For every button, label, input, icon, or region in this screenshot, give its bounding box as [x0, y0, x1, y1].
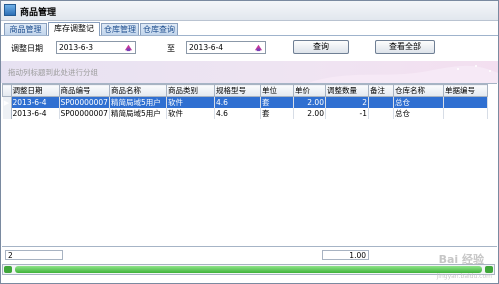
to-label: 至 [167, 44, 175, 53]
tab-stock-adjustment[interactable]: 库存调整记录 [48, 22, 100, 45]
table-cell[interactable] [368, 108, 394, 119]
grid-header-row: 调整日期 商品编号 商品名称 商品类别 规格型号 单位 单价 调整数量 备注 仓… [2, 84, 488, 97]
table-cell[interactable]: 精简局域5用户 [109, 96, 167, 108]
app-icon [4, 4, 16, 16]
table-cell[interactable]: 2013-6-4 [11, 108, 60, 119]
watermark-logo: Bai 经验 [438, 253, 484, 266]
row-indicator-header [2, 84, 12, 97]
table-cell[interactable] [368, 96, 394, 108]
date-label: 调整日期 [11, 44, 43, 53]
row-count: 2 [5, 250, 63, 260]
column-header-product-name[interactable]: 商品名称 [108, 84, 167, 97]
column-header-spec-model[interactable]: 规格型号 [213, 84, 261, 97]
table-cell[interactable]: 2.00 [293, 108, 326, 119]
scroll-right-arrow-icon[interactable] [485, 266, 493, 273]
table-cell[interactable]: 精简局域5用户 [109, 108, 167, 119]
from-date-field[interactable]: 2013-6-3 [56, 41, 136, 54]
row-indicator [2, 108, 12, 119]
from-date-value: 2013-6-3 [59, 43, 94, 52]
to-date-field[interactable]: 2013-6-4 [186, 41, 266, 54]
table-cell[interactable]: 总仓 [393, 108, 444, 119]
table-cell[interactable] [443, 96, 488, 108]
grid-footer: 2 1.00 [2, 246, 497, 263]
column-header-category[interactable]: 商品类别 [165, 84, 215, 97]
table-cell[interactable]: 2013-6-4 [11, 96, 60, 108]
group-by-hint: 拖动列标题到此处进行分组 [8, 68, 98, 77]
table-cell[interactable]: 套 [260, 108, 294, 119]
view-all-button[interactable]: 查看全部 [375, 40, 435, 54]
column-header-adjust-date[interactable]: 调整日期 [10, 84, 60, 97]
horizontal-scrollbar[interactable] [2, 264, 495, 275]
adjustment-grid: 调整日期 商品编号 商品名称 商品类别 规格型号 单位 单价 调整数量 备注 仓… [2, 83, 497, 247]
table-cell[interactable]: -1 [325, 108, 369, 119]
quantity-sum: 1.00 [322, 250, 369, 260]
column-header-document-number[interactable]: 单据编号 [442, 84, 488, 97]
tab-strip: 商品管理 库存调整记录 仓库管理 仓库查询 [1, 21, 498, 45]
table-cell[interactable]: 2 [325, 96, 369, 108]
tab-warehouse-management[interactable]: 仓库管理 [101, 23, 139, 35]
table-cell[interactable]: 总仓 [393, 96, 444, 108]
table-cell[interactable]: 4.6 [214, 108, 261, 119]
column-header-remark[interactable]: 备注 [367, 84, 394, 97]
calendar-picker-icon[interactable] [124, 43, 133, 52]
column-header-adjust-quantity[interactable]: 调整数量 [324, 84, 369, 97]
column-header-unit[interactable]: 单位 [259, 84, 294, 97]
group-by-panel[interactable]: 拖动列标题到此处进行分组 [1, 61, 498, 83]
table-cell[interactable]: 软件 [166, 96, 215, 108]
watermark-url: jingyan.baidu.com [436, 273, 492, 280]
table-row[interactable]: ▶ 2013-6-4 SP00000007 精简局域5用户 软件 4.6 套 2… [2, 96, 488, 108]
table-cell[interactable]: 软件 [166, 108, 215, 119]
scroll-thumb[interactable] [15, 266, 482, 273]
column-header-product-code[interactable]: 商品编号 [58, 84, 110, 97]
decorative-wave [308, 65, 498, 83]
query-button[interactable]: 查询 [293, 40, 349, 54]
column-header-unit-price[interactable]: 单价 [292, 84, 326, 97]
title-bar: 商品管理 [1, 1, 498, 21]
calendar-picker-icon[interactable] [254, 43, 263, 52]
row-selected-indicator-icon: ▶ [2, 96, 12, 108]
scroll-left-arrow-icon[interactable] [4, 266, 12, 273]
table-cell[interactable]: SP00000007 [59, 96, 110, 108]
window-title: 商品管理 [20, 8, 57, 18]
tab-goods-management[interactable]: 商品管理 [4, 23, 47, 35]
table-cell[interactable]: 4.6 [214, 96, 261, 108]
main-window: 商品管理 商品管理 库存调整记录 仓库管理 仓库查询 调整日期 2013-6-3… [0, 0, 499, 284]
tab-warehouse-query[interactable]: 仓库查询 [140, 23, 178, 35]
table-cell[interactable]: SP00000007 [59, 108, 110, 119]
table-row[interactable]: 2013-6-4 SP00000007 精简局域5用户 软件 4.6 套 2.0… [2, 108, 488, 119]
table-cell[interactable]: 套 [260, 96, 294, 108]
table-cell[interactable]: 2.00 [293, 96, 326, 108]
table-cell[interactable] [443, 108, 488, 119]
filter-bar: 调整日期 2013-6-3 至 2013-6-4 查询 查看全部 [1, 36, 498, 61]
to-date-value: 2013-6-4 [189, 43, 224, 52]
column-header-warehouse-name[interactable]: 仓库名称 [392, 84, 444, 97]
